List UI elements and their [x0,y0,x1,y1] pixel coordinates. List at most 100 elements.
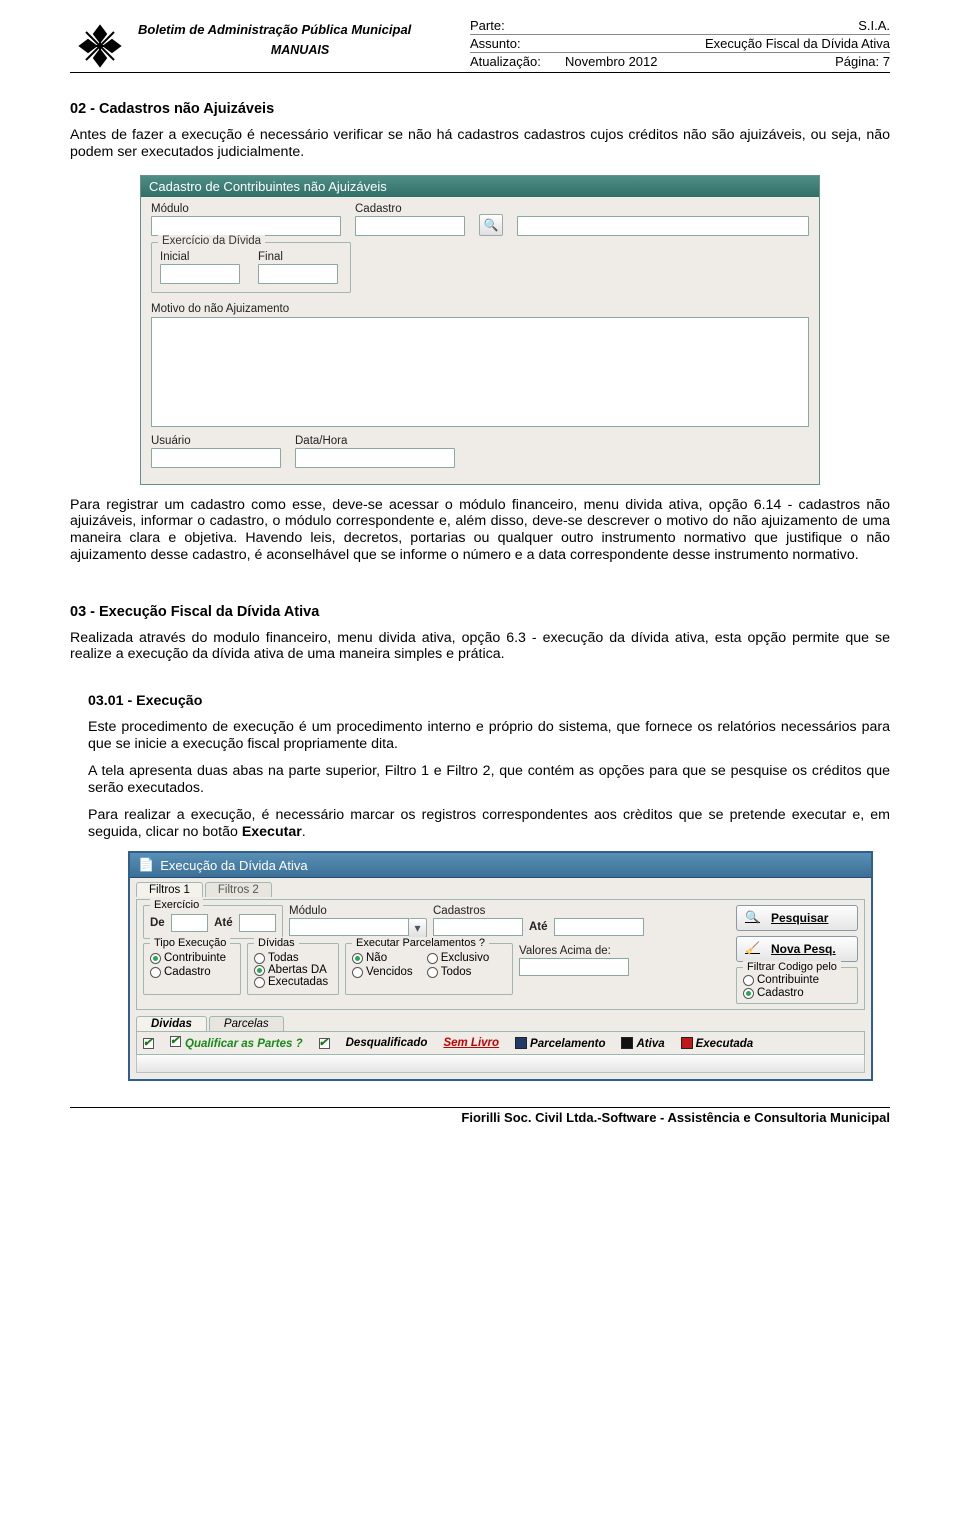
label-ate: Até [214,917,233,929]
radio-parc-nao[interactable]: Não [352,952,413,964]
section-0301-body: Este procedimento de execução é um proce… [70,719,890,841]
label-de: De [150,917,165,929]
pesquisar-button[interactable]: 🔍 Pesquisar [736,905,858,931]
label-usuario: Usuário [151,435,281,447]
group-tipo-execucao-legend: Tipo Execução [150,937,230,949]
radio-tipo-cadastro[interactable]: Cadastro [150,966,234,978]
label-ate2: Até [529,921,548,933]
input-cadastros-de[interactable] [433,918,523,936]
legend-sem-livro: Sem Livro [443,1037,499,1049]
legend-executada: Executada [681,1037,754,1050]
group-exercicio-legend: Exercício da Dívida [158,235,265,247]
p3-part-a: Para realizar a execução, é necessário m… [88,807,890,840]
input-cadastro[interactable] [355,216,465,236]
label-motivo: Motivo do não Ajuizamento [151,303,289,315]
section-0301-p1: Este procedimento de execução é um proce… [88,719,890,753]
meta-value-parte: S.I.A. [565,18,890,33]
input-exercicio-de[interactable] [171,914,208,932]
p3-part-c: . [302,824,306,840]
group-filtrar-codigo-legend: Filtrar Codigo pelo [743,961,841,973]
radio-filtrar-contribuinte[interactable]: Contribuinte [743,974,851,986]
radio-dividas-abertas[interactable]: Abertas DA [254,964,332,976]
nova-pesq-button[interactable]: 🧹 Nova Pesq. [736,936,858,962]
section-0301-title: 03.01 - Execução [88,693,890,709]
magnifier-icon: 🔍 [745,910,763,926]
search-icon: 🔍 [484,218,499,232]
textarea-motivo[interactable] [151,317,809,427]
qualificar-check[interactable]: Qualificar as Partes ? [170,1036,303,1050]
group-exercicio2-legend: Exercício [150,899,203,911]
label-valores-acima: Valores Acima de: [519,945,629,957]
new-search-icon: 🧹 [745,941,763,957]
window2-icon: 📄 [138,857,154,873]
filter-tabs: Filtros 1 Filtros 2 [136,882,865,897]
logo-icon [76,22,124,70]
input-valores-acima[interactable] [519,958,629,976]
header-subtitle: MANUAIS [138,43,462,57]
tab-dividas[interactable]: Dividas [136,1016,207,1031]
meta-value-date: Novembro 2012 [565,54,658,69]
filter-panel: Exercício De Até Módulo [136,899,865,1010]
legend-parcelamento: Parcelamento [515,1037,605,1050]
publisher-logo [70,18,130,70]
select-modulo[interactable] [289,918,409,936]
tab-filtros1[interactable]: Filtros 1 [136,882,203,897]
input-exercicio-ate[interactable] [239,914,276,932]
app-execucao-divida-ativa: 📄 Execução da Dívida Ativa Filtros 1 Fil… [128,851,873,1081]
tab-filtros2[interactable]: Filtros 2 [205,882,272,897]
label-cadastros: Cadastros [433,905,644,917]
label-final: Final [258,251,338,263]
radio-parc-vencidos[interactable]: Vencidos [352,966,413,978]
radio-tipo-contribuinte[interactable]: Contribuinte [150,952,234,964]
app-cadastro-nao-ajuizaveis: Cadastro de Contribuintes não Ajuizáveis… [140,175,820,485]
dropdown-modulo-icon[interactable]: ▾ [409,918,427,938]
page-footer: Fiorilli Soc. Civil Ltda.-Software - Ass… [70,1107,890,1125]
section-03-para: Realizada através do modulo financeiro, … [70,630,890,664]
label-inicial: Inicial [160,251,240,263]
legend-ativa: Ativa [621,1037,664,1050]
check-select-all[interactable] [143,1038,154,1049]
tab-parcelas[interactable]: Parcelas [209,1016,284,1031]
input-inicial[interactable] [160,264,240,284]
meta-label-parte: Parte: [470,18,565,33]
legend-desqualificado: Desqualificado [346,1037,428,1049]
input-modulo[interactable] [151,216,341,236]
result-tabs: Dividas Parcelas [136,1016,865,1031]
radio-dividas-executadas[interactable]: Executadas [254,976,332,988]
p3-part-b: Executar [242,824,302,840]
legend-row: Qualificar as Partes ? Desqualificado Se… [136,1031,865,1055]
input-cadastros-ate[interactable] [554,918,644,936]
window-titlebar: Cadastro de Contribuintes não Ajuizáveis [141,176,819,197]
label-datahora: Data/Hora [295,435,455,447]
window2-titlebar: 📄 Execução da Dívida Ativa [130,853,871,878]
header-title-block: Boletim de Administração Pública Municip… [130,18,470,70]
input-cadastro-nome[interactable] [517,216,809,236]
meta-value-assunto: Execução Fiscal da Dívida Ativa [565,36,890,51]
label-modulo2: Módulo [289,905,427,917]
radio-parc-todos[interactable]: Todos [427,966,490,978]
window2-title: Execução da Dívida Ativa [160,858,307,873]
input-final[interactable] [258,264,338,284]
section-02-title: 02 - Cadastros não Ajuizáveis [70,101,890,117]
radio-dividas-todas[interactable]: Todas [254,952,332,964]
window-title: Cadastro de Contribuintes não Ajuizáveis [149,179,387,194]
header-meta: Parte: S.I.A. Assunto: Execução Fiscal d… [470,18,890,70]
header-title: Boletim de Administração Pública Municip… [138,22,462,37]
meta-value-page: Página: 7 [835,54,890,69]
meta-label-assunto: Assunto: [470,36,565,51]
check-desqualificado[interactable] [319,1038,330,1049]
search-button[interactable]: 🔍 [479,214,503,236]
section-02-para2: Para registrar um cadastro como esse, de… [70,497,890,564]
radio-filtrar-cadastro[interactable]: Cadastro [743,987,851,999]
input-datahora[interactable] [295,448,455,468]
action-column: 🔍 Pesquisar 🧹 Nova Pesq. Filtrar Codigo … [736,905,858,1004]
radio-parc-exclusivo[interactable]: Exclusivo [427,952,490,964]
section-0301-p2: A tela apresenta duas abas na parte supe… [88,763,890,797]
label-modulo: Módulo [151,203,341,215]
group-dividas-legend: Dívidas [254,937,299,949]
section-03-title: 03 - Execução Fiscal da Dívida Ativa [70,604,890,620]
input-usuario[interactable] [151,448,281,468]
label-cadastro: Cadastro [355,203,465,215]
group-exec-parc-legend: Executar Parcelamentos ? [352,937,489,949]
grid-header-placeholder [136,1055,865,1073]
